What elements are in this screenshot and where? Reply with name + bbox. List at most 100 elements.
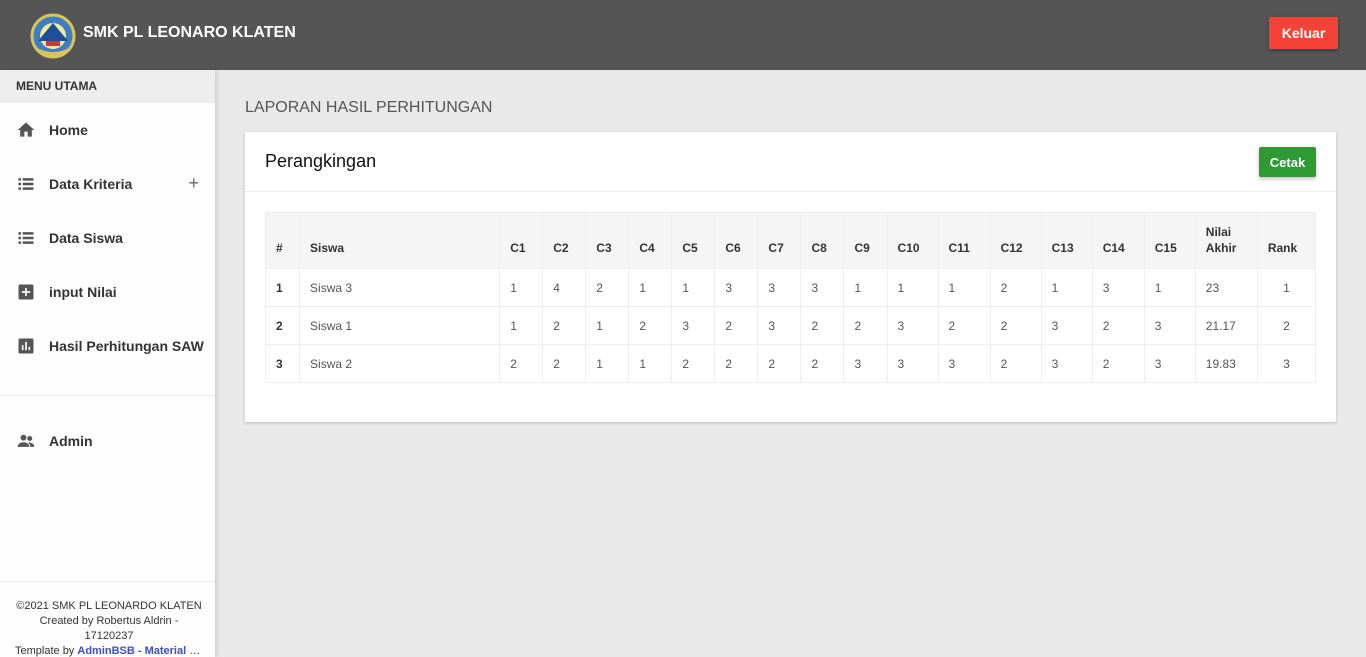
table-cell: 2: [757, 344, 802, 383]
sidebar-item-input-nilai[interactable]: input Nilai: [0, 265, 215, 319]
table-cell: 2: [989, 268, 1042, 307]
column-header: C15: [1143, 212, 1196, 269]
sidebar-item-data-kriteria[interactable]: Data Kriteria +: [0, 157, 215, 211]
table-cell: 1: [1040, 268, 1093, 307]
footer-template-link[interactable]: AdminBSB - Material De...: [77, 645, 203, 657]
table-cell: 3: [937, 344, 991, 383]
table-cell: 2: [714, 344, 759, 383]
table-cell: 3: [1040, 306, 1093, 345]
table-cell: Siswa 3: [299, 268, 501, 307]
table-cell: 2: [800, 344, 845, 383]
table-cell: 1: [1143, 268, 1196, 307]
table-cell: 2: [989, 306, 1042, 345]
table-cell: 2: [1256, 306, 1317, 345]
table-cell: 2: [714, 306, 759, 345]
table-cell: 3: [843, 344, 888, 383]
column-header: Nilai Akhir: [1194, 212, 1258, 269]
table-cell: 3: [264, 344, 301, 383]
column-header: C8: [800, 212, 845, 269]
column-header: C9: [843, 212, 888, 269]
expand-plus-icon[interactable]: +: [188, 173, 199, 194]
table-cell: 1: [499, 268, 544, 307]
table-cell: 3: [1256, 344, 1317, 383]
table-cell: 1: [499, 306, 544, 345]
card-title: Perangkingan: [265, 151, 377, 171]
table-cell: 3: [1143, 306, 1196, 345]
column-header: C11: [937, 212, 991, 269]
brand-title[interactable]: SMK PL LEONARO KLATEN: [83, 24, 296, 42]
column-header: C12: [989, 212, 1042, 269]
table-cell: 1: [937, 268, 991, 307]
sidebar-item-admin[interactable]: Admin: [0, 414, 215, 468]
table-cell: 21.17: [1194, 306, 1258, 345]
table-cell: 2: [628, 306, 673, 345]
table-cell: Siswa 1: [299, 306, 501, 345]
table-cell: 3: [886, 306, 939, 345]
column-header: C1: [499, 212, 544, 269]
column-header: C7: [757, 212, 802, 269]
table-cell: 2: [1091, 344, 1145, 383]
table-cell: 1: [886, 268, 939, 307]
table-row: 1 Siswa 3 1 4 2 1 1 3 3 3 1 1 1 2 1 3 1 23 1: [264, 268, 1317, 307]
column-header: C4: [628, 212, 673, 269]
table-cell: 2: [800, 306, 845, 345]
home-icon: [16, 120, 36, 140]
sidebar-item-home[interactable]: Home: [0, 103, 215, 157]
ranking-table: # Siswa C1 C2 C3 C4 C5 C6 C7 C8 C9 C10 C…: [264, 212, 1317, 383]
list-icon: [16, 174, 36, 194]
menu-header: MENU UTAMA: [0, 70, 215, 103]
table-cell: 2: [843, 306, 888, 345]
footer-template: Template by AdminBSB - Material De...: [15, 644, 203, 657]
table-row: 2 Siswa 1 1 2 1 2 3 2 3 2 2 3 2 2 3 2 3 21.17 2: [264, 306, 1317, 345]
sidebar-item-label: Home: [49, 122, 88, 138]
table-cell: 2: [542, 344, 587, 383]
column-header: Rank: [1256, 212, 1317, 269]
table-cell: 2: [499, 344, 544, 383]
sidebar-item-label: input Nilai: [49, 284, 117, 300]
list-icon: [16, 228, 36, 248]
table-cell: 19.83: [1194, 344, 1258, 383]
table-cell: 3: [886, 344, 939, 383]
footer-copyright: ©2021 SMK PL LEONARDO KLATEN: [16, 600, 202, 612]
sidebar-item-label: Admin: [49, 433, 93, 449]
column-header: Siswa: [299, 212, 501, 269]
footer-template-prefix: Template by: [15, 645, 78, 657]
table-cell: 2: [1091, 306, 1145, 345]
table-cell: 2: [264, 306, 301, 345]
sidebar-footer: ©2021 SMK PL LEONARDO KLATEN Created by …: [0, 581, 215, 657]
print-button[interactable]: Cetak: [1259, 147, 1316, 177]
sidebar-item-label: Data Siswa: [49, 230, 123, 246]
column-header: C13: [1040, 212, 1093, 269]
school-logo: [30, 13, 76, 59]
table-header-row: # Siswa C1 C2 C3 C4 C5 C6 C7 C8 C9 C10 C…: [264, 212, 1317, 269]
sidebar-item-data-siswa[interactable]: Data Siswa: [0, 211, 215, 265]
logout-button[interactable]: Keluar: [1269, 17, 1338, 49]
footer-credit: Created by Robertus Aldrin - 17120237: [39, 615, 179, 642]
table-cell: 2: [585, 268, 630, 307]
column-header: C3: [585, 212, 630, 269]
table-cell: 3: [800, 268, 845, 307]
table-cell: 2: [989, 344, 1042, 383]
sidebar-item-hasil-perhitungan-saw[interactable]: Hasil Perhitungan SAW: [0, 319, 215, 373]
table-cell: 1: [585, 306, 630, 345]
sidebar-item-label: Data Kriteria: [49, 176, 133, 192]
table-cell: 3: [1143, 344, 1196, 383]
column-header: C5: [671, 212, 716, 269]
table-cell: 3: [1040, 344, 1093, 383]
card-header: Perangkingan Cetak: [245, 132, 1336, 192]
column-header: #: [264, 212, 301, 269]
table-cell: 1: [628, 268, 673, 307]
table-body: 1 Siswa 3 1 4 2 1 1 3 3 3 1 1 1 2 1 3 1 23 1 2 Siswa 1121232…: [264, 268, 1317, 383]
table-cell: 1: [264, 268, 301, 307]
table-cell: 3: [757, 306, 802, 345]
sidebar-item-label: Hasil Perhitungan SAW: [49, 338, 204, 354]
table-row: 3 Siswa 2 2 2 1 1 2 2 2 2 3 3 3 2 3 2 3 19.83 3: [264, 344, 1317, 383]
column-header: C2: [542, 212, 587, 269]
table-cell: 3: [671, 306, 716, 345]
table-cell: 1: [843, 268, 888, 307]
column-header: C10: [886, 212, 939, 269]
column-header: C6: [714, 212, 759, 269]
table-cell: 2: [542, 306, 587, 345]
add-box-icon: [16, 282, 36, 302]
top-navbar: SMK PL LEONARO KLATEN Keluar: [0, 0, 1366, 70]
